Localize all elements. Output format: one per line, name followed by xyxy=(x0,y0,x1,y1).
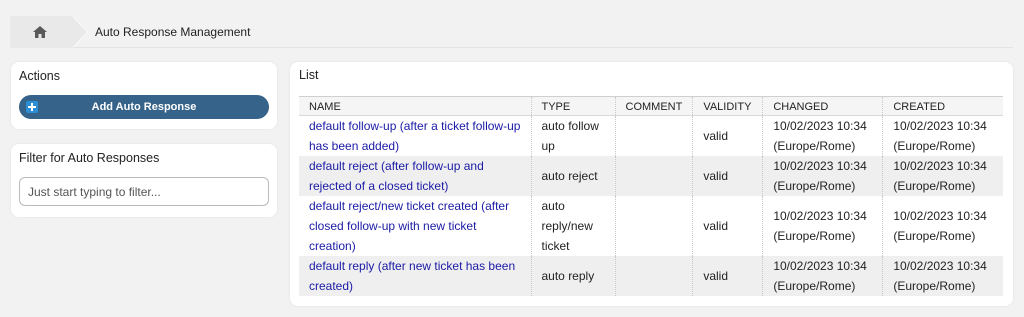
cell-comment xyxy=(615,256,694,296)
auto-response-link[interactable]: default follow-up (after a ticket follow… xyxy=(309,119,520,153)
filter-input[interactable] xyxy=(19,177,269,206)
column-header-name[interactable]: NAME xyxy=(299,96,532,116)
table-row: default reject (after follow-up and reje… xyxy=(299,156,1003,196)
cell-validity: valid xyxy=(692,156,764,196)
breadcrumb: Auto Response Management xyxy=(10,16,1013,48)
cell-changed: 10/02/2023 10:34 (Europe/Rome) xyxy=(762,115,884,156)
cell-created: 10/02/2023 10:34 (Europe/Rome) xyxy=(882,256,1003,296)
list-heading: List xyxy=(299,68,319,82)
filter-panel: Filter for Auto Responses xyxy=(11,144,277,217)
add-auto-response-label: Add Auto Response xyxy=(91,101,197,113)
cell-changed: 10/02/2023 10:34 (Europe/Rome) xyxy=(762,196,884,256)
table-row: default follow-up (after a ticket follow… xyxy=(299,115,1003,156)
cell-comment xyxy=(615,115,694,156)
breadcrumb-arrow xyxy=(72,16,87,48)
auto-response-link[interactable]: default reject (after follow-up and reje… xyxy=(309,159,484,193)
cell-type: auto reply/new ticket xyxy=(531,196,616,256)
cell-created: 10/02/2023 10:34 (Europe/Rome) xyxy=(882,196,1003,256)
actions-heading: Actions xyxy=(19,69,60,83)
column-header-validity[interactable]: VALIDITY xyxy=(692,96,764,116)
cell-type: auto reject xyxy=(531,156,616,196)
cell-comment xyxy=(615,196,694,256)
auto-response-table: NAME TYPE COMMENT VALIDITY CHANGED CREAT… xyxy=(299,96,1003,296)
home-icon xyxy=(33,26,47,38)
column-header-type[interactable]: TYPE xyxy=(531,96,616,116)
cell-type: auto reply xyxy=(531,256,616,296)
auto-response-link[interactable]: default reject/new ticket created (after… xyxy=(309,199,509,253)
filter-heading: Filter for Auto Responses xyxy=(19,151,160,165)
actions-panel: Actions Add Auto Response xyxy=(11,62,277,129)
cell-changed: 10/02/2023 10:34 (Europe/Rome) xyxy=(762,256,884,296)
cell-comment xyxy=(615,156,694,196)
column-header-created[interactable]: CREATED xyxy=(882,96,1003,116)
cell-name: default reject (after follow-up and reje… xyxy=(299,156,532,196)
plus-square-icon xyxy=(26,101,38,113)
table-row: default reply (after new ticket has been… xyxy=(299,256,1003,296)
list-panel: List NAME TYPE COMMENT VALIDITY CHANGED … xyxy=(290,62,1013,306)
column-header-comment[interactable]: COMMENT xyxy=(615,96,694,116)
cell-name: default reply (after new ticket has been… xyxy=(299,256,532,296)
table-header-row: NAME TYPE COMMENT VALIDITY CHANGED CREAT… xyxy=(299,96,1003,116)
cell-type: auto follow up xyxy=(531,115,616,156)
cell-created: 10/02/2023 10:34 (Europe/Rome) xyxy=(882,156,1003,196)
cell-validity: valid xyxy=(692,115,764,156)
cell-name: default reject/new ticket created (after… xyxy=(299,196,532,256)
cell-validity: valid xyxy=(692,256,764,296)
cell-created: 10/02/2023 10:34 (Europe/Rome) xyxy=(882,115,1003,156)
cell-validity: valid xyxy=(692,196,764,256)
breadcrumb-home[interactable] xyxy=(10,16,72,48)
column-header-changed[interactable]: CHANGED xyxy=(762,96,884,116)
breadcrumb-title: Auto Response Management xyxy=(95,25,251,39)
cell-changed: 10/02/2023 10:34 (Europe/Rome) xyxy=(762,156,884,196)
add-auto-response-button[interactable]: Add Auto Response xyxy=(19,95,269,119)
auto-response-link[interactable]: default reply (after new ticket has been… xyxy=(309,259,515,293)
cell-name: default follow-up (after a ticket follow… xyxy=(299,115,532,156)
table-row: default reject/new ticket created (after… xyxy=(299,196,1003,256)
